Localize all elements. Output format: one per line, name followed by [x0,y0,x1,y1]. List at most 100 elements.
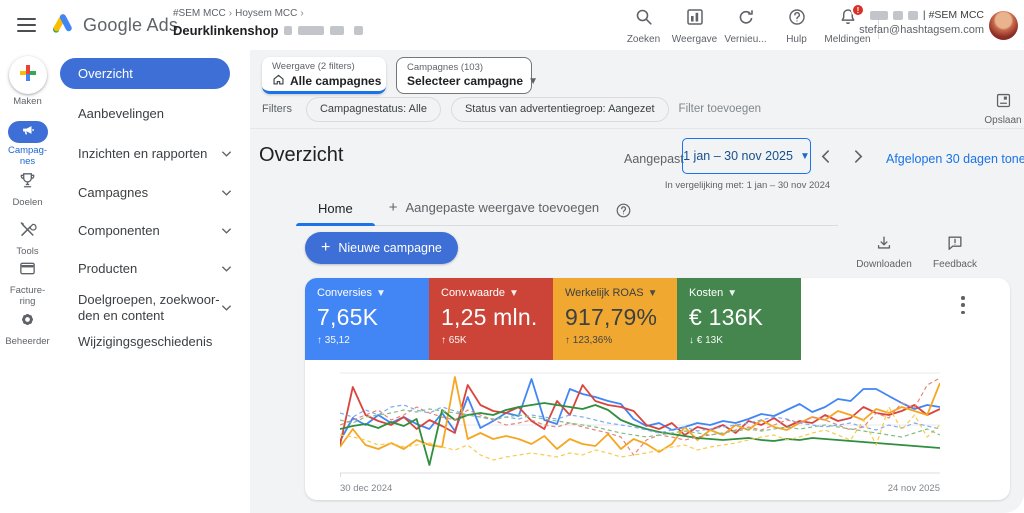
rail-item-facturering[interactable]: Facture-ring [0,259,55,308]
view-selector-value: Alle campagnes [290,74,381,88]
rail-label-tools: Tools [16,247,38,258]
date-range-picker[interactable]: 1 jan – 30 nov 2025 ▼ [682,138,811,174]
search-label: Zoeken [627,34,660,45]
sidebar-item-label-2: den en content [78,308,164,323]
sidebar-item-componenten[interactable]: Componenten [78,223,232,239]
filter-chip-advertentiegroep[interactable]: Status van advertentiegroep: Aangezet [451,97,669,122]
help-button[interactable]: Hulp [771,7,822,45]
panel-options-kebab-icon[interactable] [955,294,971,316]
menu-icon[interactable] [17,18,36,32]
create-button[interactable] [9,56,47,94]
date-prev-button[interactable] [821,149,830,169]
nav-rail: Maken Campag-nes Doelen Tools [0,50,55,513]
topbar-actions: Zoeken Weergave Vernieu... Hulp [618,7,873,45]
new-campaign-button[interactable]: + Nieuwe campagne [305,232,458,264]
date-mode-label: Aangepast [624,152,684,166]
date-next-button[interactable] [854,149,863,169]
breadcrumb-submcc[interactable]: Hoysem MCC [235,8,297,19]
help-circle-icon[interactable] [615,202,632,219]
breadcrumb-account-name[interactable]: Deurklinkenshop [173,23,278,39]
scorecard-metric[interactable]: Werkelijk ROAS [565,287,644,299]
top-bar: Google Ads #SEM MCC›Hoysem MCC› Deurklin… [0,0,1024,50]
main-content: Weergave (2 filters) Alle campagnes ▼ Ca… [250,50,1024,513]
feedback-label: Feedback [933,259,977,270]
rail-item-campagnes[interactable]: Campag-nes [0,121,55,168]
download-label: Downloaden [856,259,912,270]
campaign-selector-label: Campagnes (103) [407,62,521,73]
sidebar-item-label: Campagnes [78,185,148,201]
sidebar-item-aanbevelingen[interactable]: Aanbevelingen [78,106,232,122]
x-axis-end-label: 24 nov 2025 [888,483,940,494]
account-email: stefan@hashtagsem.com [859,23,984,37]
multicolor-plus-icon [18,63,38,88]
rail-item-tools[interactable]: Tools [0,220,55,258]
tab-home[interactable]: Home [296,201,375,225]
scorecard-conv-waarde[interactable]: Conv.waarde▼ 1,25 mln. ↑ 65K [429,278,553,360]
sidebar-item-overzicht[interactable]: Overzicht [60,58,230,89]
gear-icon [18,310,37,334]
breadcrumb-separator: › [229,8,232,19]
download-icon [875,234,893,257]
help-label: Hulp [786,34,807,45]
chevron-down-icon [221,223,232,239]
refresh-button[interactable]: Vernieu... [720,7,771,45]
search-button[interactable]: Zoeken [618,7,669,45]
rail-item-doelen[interactable]: Doelen [0,171,55,209]
add-custom-view-button[interactable]: + Aangepaste weergave toevoegen [375,199,613,225]
redacted-text [284,26,292,35]
sidebar-item-label: Doelgroepen, zoekwoor- [78,292,220,307]
sidebar-item-doelgroepen[interactable]: Doelgroepen, zoekwoor-den en content [78,292,232,325]
view-button[interactable]: Weergave [669,7,720,45]
scorecard-metric[interactable]: Conv.waarde [441,287,505,299]
breadcrumb-mcc[interactable]: #SEM MCC [173,8,226,19]
refresh-label: Vernieu... [724,34,766,45]
scorecard-conversies[interactable]: Conversies▼ 7,65K ↑ 35,12 [305,278,429,360]
plus-icon: + [389,199,398,216]
help-icon [787,7,807,32]
filter-chip-campagnestatus[interactable]: Campagnestatus: Alle [306,97,441,122]
dropdown-arrow-icon: ▼ [528,76,538,87]
rail-label-facturering-2: ring [20,296,36,307]
plus-icon: + [321,239,330,257]
scorecard-werkelijk-roas[interactable]: Werkelijk ROAS▼ 917,79% ↑ 123,36% [553,278,677,360]
dropdown-arrow-icon: ▼ [509,288,519,299]
redacted-text [893,11,903,20]
account-info[interactable]: | #SEM MCC stefan@hashtagsem.com [859,9,984,37]
overview-panel: Conversies▼ 7,65K ↑ 35,12 Conv.waarde ▼ 1… [305,278,1010,500]
chevron-down-icon [221,261,232,277]
avatar[interactable] [989,11,1018,40]
rail-label-facturering: Facture- [10,285,45,296]
page-title: Overzicht [259,144,343,167]
rail-item-maken[interactable]: Maken [0,56,55,108]
comparison-period-label: In vergelijking met: 1 jan – 30 nov 2024 [650,180,845,191]
google-ads-logo-icon [50,11,75,40]
campaign-selector-dropdown[interactable]: Campagnes (103) Selecteer campagne ▼ [396,57,532,94]
feedback-button[interactable]: Feedback [928,234,982,270]
delta-arrow: ↑ [441,335,446,346]
scorecard-metric[interactable]: Conversies [317,287,372,299]
add-filter-button[interactable]: Filter toevoegen [679,103,761,115]
scorecard-value: € 136K [689,304,789,331]
scorecard-metric[interactable]: Kosten [689,287,723,299]
view-selector-dropdown[interactable]: Weergave (2 filters) Alle campagnes ▼ [262,57,386,94]
sidebar-item-wijzigingsgeschiedenis[interactable]: Wijzigingsgeschiedenis [78,334,232,350]
download-button[interactable]: Downloaden [857,234,911,270]
date-range-value: 1 jan – 30 nov 2025 [683,149,793,163]
breadcrumb-separator: › [300,8,303,19]
redacted-text [298,26,324,35]
scorecard-value: 1,25 mln. [441,304,541,331]
sidebar-item-label: Overzicht [78,66,133,81]
rail-item-beheerder[interactable]: Beheerder [0,310,55,348]
save-button[interactable]: Opslaan [978,92,1024,126]
campaigns-pill[interactable] [8,121,48,143]
refresh-icon [736,7,756,32]
delta-value: 123,36% [573,335,612,346]
show-last-30-days-link[interactable]: Afgelopen 30 dagen tonen [886,152,1024,166]
scorecard-kosten[interactable]: Kosten▼ € 136K ↓ € 13K [677,278,801,360]
sidebar-item-campagnes[interactable]: Campagnes [78,185,232,201]
bar-chart-icon [685,7,705,32]
sidebar-item-producten[interactable]: Producten [78,261,232,277]
campaign-selector-value: Selecteer campagne [407,74,523,88]
sidebar-item-label: Producten [78,261,137,277]
sidebar-item-inzichten[interactable]: Inzichten en rapporten [78,146,232,162]
